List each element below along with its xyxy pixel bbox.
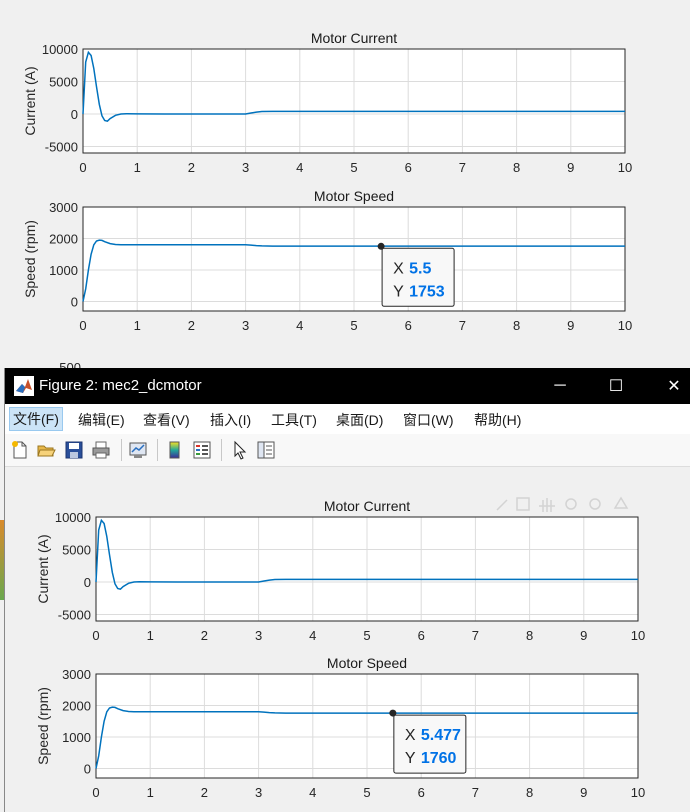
background-figure-plots: 0 1 2 3 4 5 6 7 8 9 101000050000-5000Motor Current… <box>22 30 632 375</box>
bg-current-xtick-label: 0 <box>79 160 86 175</box>
bg-current-xtick-label: 7 <box>459 160 466 175</box>
current-xtick-label: 4 <box>309 628 316 643</box>
figure-window[interactable]: Figure 2: mec2_dcmotor ─ ☐ ✕ 文件(F) 编辑(E)… <box>4 368 690 812</box>
bg-speed-xtick-label: 2 <box>188 318 195 333</box>
speed-ytick-label: 2000 <box>62 699 91 714</box>
speed-xtick-label: 1 <box>147 785 154 800</box>
speed-datatip-y-label: Y <box>405 750 416 767</box>
speed-title: Motor Speed <box>327 655 407 671</box>
bg-speed-xtick-label: 8 <box>513 318 520 333</box>
figure2-plots: 0 1 2 3 4 5 6 7 8 9 101000050000-5000Motor Current… <box>35 498 645 800</box>
speed-ytick-label: 1000 <box>62 730 91 745</box>
bg-speed-ytick-label: 0 <box>71 295 78 310</box>
speed-ytick-label: 3000 <box>62 667 91 682</box>
bg-speed-xtick-label: 7 <box>459 318 466 333</box>
bg-current-xtick-label: 1 <box>134 160 141 175</box>
speed-xtick-label: 10 <box>631 785 645 800</box>
bg-current-xtick-label: 3 <box>242 160 249 175</box>
speed-xtick-label: 7 <box>472 785 479 800</box>
speed-ytick-label: 0 <box>84 762 91 777</box>
background-figure: 0 1 2 3 4 5 6 7 8 9 10 10000 5000 0 -5000 Motor Current… <box>0 0 690 375</box>
bg-speed-ytick-label: 3000 <box>49 200 78 215</box>
bg-current-ytick-label: 10000 <box>42 42 78 57</box>
bg-current-xtick-label: 2 <box>188 160 195 175</box>
current-title: Motor Current <box>324 498 410 514</box>
bg-current-xtick-label: 10 <box>618 160 632 175</box>
current-ylabel: Current (A) <box>35 534 51 603</box>
bg-speed-xtick-label: 1 <box>134 318 141 333</box>
current-xtick-label: 7 <box>472 628 479 643</box>
current-xtick-label: 6 <box>418 628 425 643</box>
bg-speed-datatip-y-label: Y <box>393 283 404 300</box>
bg-speed-axes: 0 1 2 3 4 5 6 7 8 9 10 3000 2000 1000 0 Motor Speed Spee… <box>22 188 632 333</box>
bg-current-ytick-label: 0 <box>71 107 78 122</box>
bg-current-xtick-label: 5 <box>350 160 357 175</box>
bg-current-ylabel: Current (A) <box>22 66 38 135</box>
current-ytick-label: 0 <box>84 575 91 590</box>
speed-xtick-label: 8 <box>526 785 533 800</box>
bg-speed-xtick-label: 5 <box>350 318 357 333</box>
bg-speed-ytick-label: 1000 <box>49 263 78 278</box>
current-xtick-label: 9 <box>580 628 587 643</box>
bg-speed-datatip-x-label: X <box>393 260 404 277</box>
current-xtick-label: 1 <box>147 628 154 643</box>
bg-speed-title: Motor Speed <box>314 188 394 204</box>
speed-xtick-label: 9 <box>580 785 587 800</box>
speed-axes: 0 1 2 3 4 5 6 7 8 9 10 3000 2000 1000 0 Motor Speed Spee… <box>35 655 645 800</box>
current-xtick-label: 2 <box>201 628 208 643</box>
bg-speed-xtick-label: 9 <box>567 318 574 333</box>
bg-speed-xtick-label: 0 <box>79 318 86 333</box>
speed-xtick-label: 3 <box>255 785 262 800</box>
speed-datatip-x-value: 5.477 <box>421 727 461 744</box>
bg-speed-xtick-label: 10 <box>618 318 632 333</box>
bg-current-xtick-label: 4 <box>296 160 303 175</box>
bg-current-axes: 0 1 2 3 4 5 6 7 8 9 101000050000-5000Motor Current… <box>22 30 632 175</box>
bg-speed-ylabel: Speed (rpm) <box>22 220 38 298</box>
current-xtick-label: 3 <box>255 628 262 643</box>
speed-xtick-label: 4 <box>309 785 316 800</box>
current-axes: 0 1 2 3 4 5 6 7 8 9 101000050000-5000Motor Current… <box>35 498 645 643</box>
bg-current-xtick-label: 9 <box>567 160 574 175</box>
bg-speed-datatip-y-value: 1753 <box>409 283 445 300</box>
speed-ylabel: Speed (rpm) <box>35 687 51 765</box>
speed-xtick-label: 5 <box>363 785 370 800</box>
speed-xtick-label: 0 <box>92 785 99 800</box>
bg-speed-xtick-label: 3 <box>242 318 249 333</box>
current-xtick-label: 5 <box>363 628 370 643</box>
current-ytick-label: 10000 <box>55 510 91 525</box>
bg-current-xtick-label: 8 <box>513 160 520 175</box>
bg-current-title: Motor Current <box>311 30 397 46</box>
current-xtick-label: 10 <box>631 628 645 643</box>
current-ytick-label: 5000 <box>62 543 91 558</box>
speed-xtick-label: 6 <box>418 785 425 800</box>
speed-datatip-x-label: X <box>405 727 416 744</box>
bg-current-ytick-label: 5000 <box>49 75 78 90</box>
bg-speed-ytick-label: 2000 <box>49 232 78 247</box>
current-xtick-label: 8 <box>526 628 533 643</box>
bg-speed-datatip-x-value: 5.5 <box>409 260 431 277</box>
speed-xtick-label: 2 <box>201 785 208 800</box>
bg-current-xtick-label: 6 <box>405 160 412 175</box>
bg-speed-xtick-label: 4 <box>296 318 303 333</box>
bg-speed-xtick-label: 6 <box>405 318 412 333</box>
bg-current-ytick-label: -5000 <box>45 140 78 155</box>
current-xtick-label: 0 <box>92 628 99 643</box>
current-ytick-label: -5000 <box>58 608 91 623</box>
speed-datatip-y-value: 1760 <box>421 750 457 767</box>
